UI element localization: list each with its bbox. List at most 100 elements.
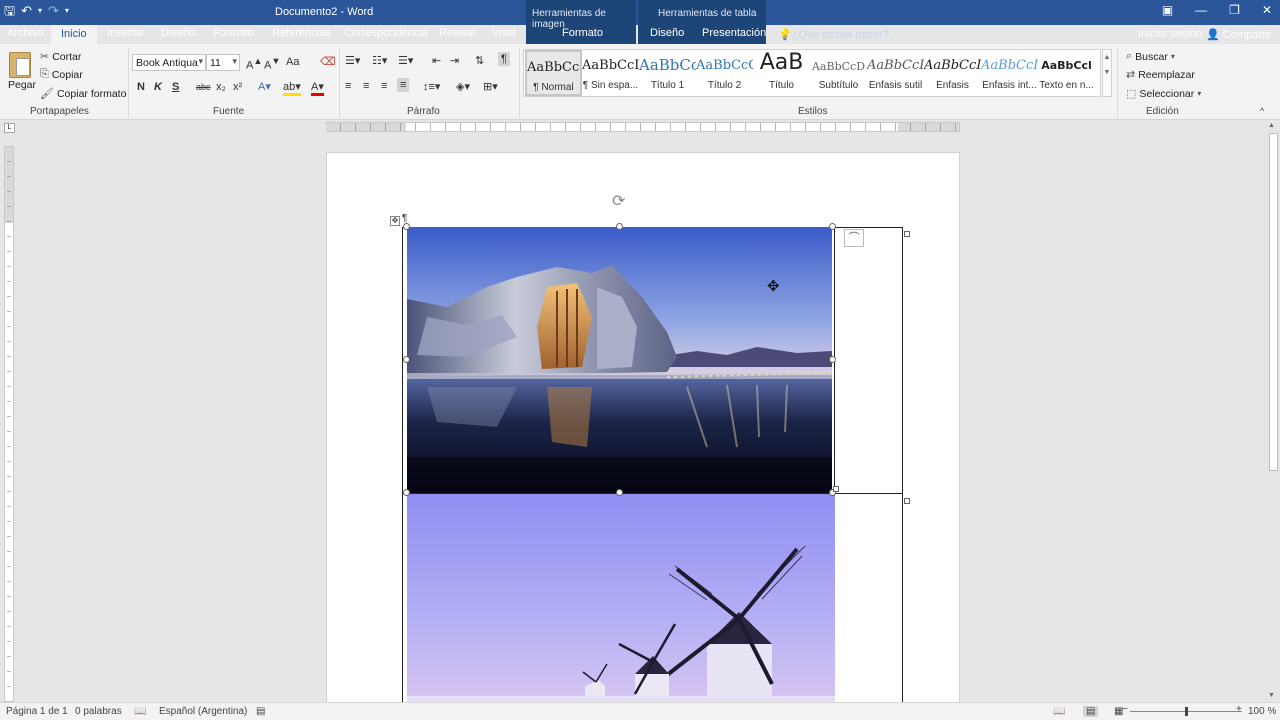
style-strong[interactable]: AaBbCcl Texto en n... <box>1038 50 1095 96</box>
numbering-icon[interactable]: ☷▾ <box>372 54 387 67</box>
windmills-image[interactable] <box>407 494 835 702</box>
tab-selector-icon[interactable]: L <box>4 123 15 133</box>
replace-button[interactable]: ⇄ Reemplazar <box>1126 68 1195 82</box>
align-center-icon[interactable]: ≡ <box>363 80 369 92</box>
multilevel-list-icon[interactable]: ☰▾ <box>398 54 413 67</box>
undo-dropdown-icon[interactable]: ▾ <box>38 2 42 20</box>
underline-button[interactable]: S <box>172 81 179 93</box>
styles-scroll[interactable]: ▲ ▼ <box>1102 49 1112 97</box>
word-count[interactable]: 0 palabras <box>75 706 122 717</box>
tab-design[interactable]: Diseño <box>161 27 195 39</box>
read-mode-icon[interactable]: 📖 <box>1053 706 1065 717</box>
line-spacing-icon[interactable]: ↕≡▾ <box>423 80 440 93</box>
tab-table-design[interactable]: Diseño <box>650 27 684 39</box>
style-normal[interactable]: AaBbCcI ¶ Normal <box>525 50 582 96</box>
scroll-up-icon[interactable]: ▲ <box>1268 122 1275 129</box>
highlight-icon[interactable]: ab▾ <box>283 80 301 96</box>
layout-options-icon[interactable]: ⌒ <box>844 229 864 247</box>
sign-in-link[interactable]: Iniciar sesión <box>1138 28 1202 40</box>
style-intense-emphasis[interactable]: AaBbCcI Énfasis int... <box>981 50 1038 96</box>
table-resize-handle[interactable] <box>904 498 910 504</box>
increase-indent-icon[interactable]: ⇥ <box>450 54 459 67</box>
find-button[interactable]: ⌕ Buscar ▾ <box>1126 50 1175 63</box>
resize-handle[interactable] <box>403 489 410 496</box>
clear-format-icon[interactable]: ⌫ <box>320 55 336 68</box>
tab-view[interactable]: Vista <box>492 27 516 39</box>
tab-mailings[interactable]: Correspondencia <box>344 27 428 39</box>
table-resize-handle[interactable] <box>833 486 839 492</box>
shading-icon[interactable]: ◈▾ <box>456 80 470 93</box>
tab-picture-format[interactable]: Formato <box>562 27 603 39</box>
subscript-button[interactable]: x₂ <box>216 81 226 93</box>
font-color-icon[interactable]: A▾ <box>311 80 324 96</box>
rotate-handle-icon[interactable]: ⟳ <box>612 191 625 211</box>
resize-handle[interactable] <box>403 223 410 230</box>
resize-handle[interactable] <box>403 356 410 363</box>
zoom-level[interactable]: 100 % <box>1248 706 1276 717</box>
style-title[interactable]: AaB Título <box>753 50 810 96</box>
minimize-icon[interactable]: — <box>1195 3 1207 17</box>
print-layout-icon[interactable]: ▤ <box>1083 706 1099 717</box>
proofing-icon[interactable]: 📖 <box>134 706 146 717</box>
close-icon[interactable]: ✕ <box>1262 3 1272 17</box>
tell-me-box[interactable]: 💡¿Qué desea hacer? <box>778 28 889 41</box>
borders-icon[interactable]: ⊞▾ <box>483 80 498 93</box>
style-no-spacing[interactable]: AaBbCcI ¶ Sin espa... <box>582 50 639 96</box>
style-subtitle[interactable]: AaBbCcD Subtítulo <box>810 50 867 96</box>
vertical-ruler[interactable] <box>4 146 14 702</box>
scrollbar-thumb[interactable] <box>1269 133 1278 471</box>
clipboard-icon[interactable] <box>9 52 31 78</box>
macro-icon[interactable]: ▤ <box>256 706 265 717</box>
sort-icon[interactable]: ⇅ <box>475 54 484 67</box>
table-move-handle-icon[interactable]: ✥ <box>390 216 400 226</box>
zoom-in-icon[interactable]: + <box>1236 704 1242 715</box>
ribbon-display-icon[interactable]: ▣ <box>1162 3 1173 17</box>
text-effects-icon[interactable]: A▾ <box>258 80 271 93</box>
grow-font-icon[interactable]: A▲ <box>246 56 262 72</box>
copy-button[interactable]: ⎘ Copiar <box>40 68 83 81</box>
resize-handle[interactable] <box>616 489 623 496</box>
tab-table-layout[interactable]: Presentación <box>702 27 766 39</box>
italic-button[interactable]: K <box>154 81 162 93</box>
tab-format[interactable]: Formato <box>213 27 254 39</box>
paste-button[interactable]: Pegar <box>8 79 36 91</box>
tab-insert[interactable]: Insertar <box>107 27 144 39</box>
bold-button[interactable]: N <box>137 81 145 93</box>
font-family-combo[interactable]: Book Antiqua <box>132 54 206 71</box>
shrink-font-icon[interactable]: A▼ <box>264 56 280 72</box>
redo-icon[interactable]: ↷ <box>48 2 59 20</box>
style-heading-1[interactable]: AaBbCc Título 1 <box>639 50 696 96</box>
select-button[interactable]: ⬚ Seleccionar ▾ <box>1126 87 1201 101</box>
collapse-ribbon-icon[interactable]: ^ <box>1260 106 1264 116</box>
style-subtle-emphasis[interactable]: AaBbCcI Énfasis sutil <box>867 50 924 96</box>
resize-handle[interactable] <box>829 356 836 363</box>
align-left-icon[interactable]: ≡ <box>345 80 351 92</box>
font-size-combo[interactable]: 11 <box>206 54 240 71</box>
zoom-slider-thumb[interactable] <box>1185 707 1188 716</box>
cut-button[interactable]: ✂ Cortar <box>40 50 81 64</box>
change-case-button[interactable]: Aa <box>286 56 299 68</box>
page-count[interactable]: Página 1 de 1 <box>6 706 68 717</box>
zoom-out-icon[interactable]: − <box>1122 704 1128 715</box>
tab-file[interactable]: Archivo <box>7 27 44 39</box>
align-right-icon[interactable]: ≡ <box>381 80 387 92</box>
resize-handle[interactable] <box>829 223 836 230</box>
undo-icon[interactable]: ↶ <box>21 2 32 20</box>
guggenheim-image[interactable] <box>407 227 832 493</box>
tab-review[interactable]: Revisar <box>439 27 476 39</box>
tab-home[interactable]: Inicio <box>51 25 97 44</box>
format-painter-button[interactable]: 🖌 Copiar formato <box>40 87 126 101</box>
table-resize-handle[interactable] <box>904 231 910 237</box>
scroll-down-icon[interactable]: ▼ <box>1268 692 1275 699</box>
decrease-indent-icon[interactable]: ⇤ <box>432 54 441 67</box>
show-marks-icon[interactable]: ¶ <box>498 52 510 66</box>
superscript-button[interactable]: x² <box>233 81 242 93</box>
style-emphasis[interactable]: AaBbCcI Énfasis <box>924 50 981 96</box>
restore-icon[interactable]: ❐ <box>1229 3 1240 17</box>
resize-handle[interactable] <box>616 223 623 230</box>
share-button[interactable]: 👤 Compartir <box>1206 28 1271 41</box>
bullets-icon[interactable]: ☰▾ <box>345 54 360 67</box>
tab-references[interactable]: Referencias <box>272 27 331 39</box>
language-indicator[interactable]: Español (Argentina) <box>159 706 247 717</box>
style-heading-2[interactable]: AaBbCcC Título 2 <box>696 50 753 96</box>
